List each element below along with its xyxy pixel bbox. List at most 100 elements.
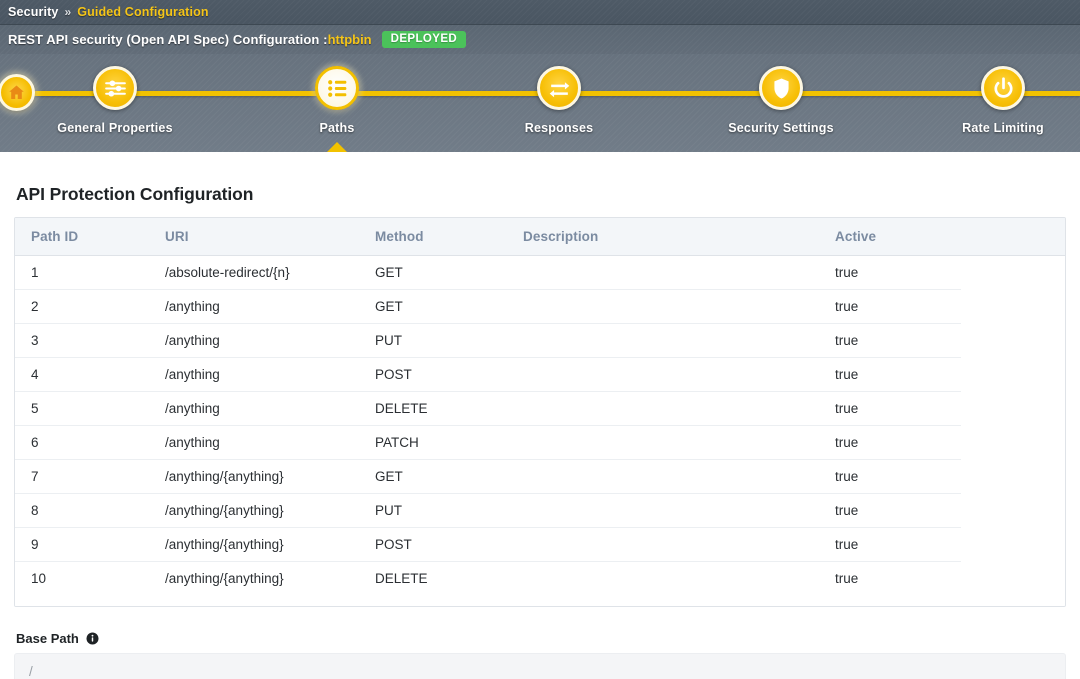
config-title: REST API security (Open API Spec) Config…: [8, 32, 328, 47]
step-responses[interactable]: Responses: [484, 66, 634, 135]
cell-spacer: [961, 561, 1065, 595]
column-header-uri[interactable]: URI: [165, 218, 375, 256]
cell-description: [523, 493, 835, 528]
breadcrumb: Security » Guided Configuration: [0, 0, 1080, 25]
cell-uri: /anything/{anything}: [165, 493, 375, 528]
cell-description: [523, 357, 835, 392]
cell-active: true: [835, 561, 961, 595]
step-circle: [315, 66, 359, 110]
config-name: httpbin: [327, 32, 372, 47]
step-label: Rate Limiting: [962, 121, 1044, 135]
cell-path-id: 1: [15, 255, 165, 290]
cell-active: true: [835, 357, 961, 392]
cell-method: POST: [375, 357, 523, 392]
cell-spacer: [961, 255, 1065, 290]
cell-uri: /absolute-redirect/{n}: [165, 255, 375, 290]
wizard-stepper: General Properties Paths Responses Secur…: [0, 54, 1080, 152]
exchange-arrows-icon: [547, 76, 572, 101]
api-protection-table: Path ID URI Method Description Active 1/…: [14, 217, 1066, 607]
cell-spacer: [961, 289, 1065, 324]
breadcrumb-current[interactable]: Guided Configuration: [77, 5, 208, 19]
column-header-active[interactable]: Active: [835, 218, 961, 256]
cell-spacer: [961, 425, 1065, 460]
step-circle: [537, 66, 581, 110]
cell-uri: /anything/{anything}: [165, 561, 375, 595]
cell-active: true: [835, 425, 961, 460]
cell-path-id: 6: [15, 425, 165, 460]
cell-uri: /anything/{anything}: [165, 527, 375, 562]
cell-description: [523, 527, 835, 562]
step-label: Security Settings: [728, 121, 834, 135]
home-icon: [7, 83, 26, 102]
table-row[interactable]: 3/anything PUT true: [15, 323, 1065, 358]
cell-active: true: [835, 527, 961, 562]
cell-method: GET: [375, 289, 523, 324]
step-label: Paths: [319, 121, 355, 135]
cell-uri: /anything: [165, 289, 375, 324]
cell-uri: /anything: [165, 425, 375, 460]
cell-description: [523, 459, 835, 494]
table-footer-spacer: [15, 595, 1065, 606]
cell-path-id: 8: [15, 493, 165, 528]
base-path-label: Base Path: [16, 631, 79, 646]
power-icon: [991, 76, 1016, 101]
step-label: Responses: [524, 121, 594, 135]
step-label: General Properties: [57, 121, 173, 135]
table-row[interactable]: 10/anything/{anything} DELETE true: [15, 561, 1065, 595]
status-badge: DEPLOYED: [381, 30, 467, 49]
column-header-path-id[interactable]: Path ID: [15, 218, 165, 256]
cell-spacer: [961, 527, 1065, 562]
cell-uri: /anything: [165, 323, 375, 358]
step-circle: [93, 66, 137, 110]
step-security-settings[interactable]: Security Settings: [706, 66, 856, 135]
cell-method: DELETE: [375, 561, 523, 595]
table-row[interactable]: 2/anything GET true: [15, 289, 1065, 324]
step-paths[interactable]: Paths: [262, 66, 412, 152]
cell-description: [523, 255, 835, 290]
cell-spacer: [961, 323, 1065, 358]
config-title-bar: REST API security (Open API Spec) Config…: [0, 25, 1080, 54]
table-row[interactable]: 4/anything POST true: [15, 357, 1065, 392]
base-path-field: Base Path: [14, 631, 1066, 679]
table-row[interactable]: 9/anything/{anything} POST true: [15, 527, 1065, 562]
table-row[interactable]: 5/anything DELETE true: [15, 391, 1065, 426]
cell-description: [523, 323, 835, 358]
cell-uri: /anything/{anything}: [165, 459, 375, 494]
cell-path-id: 3: [15, 323, 165, 358]
shield-icon: [769, 76, 794, 101]
home-button[interactable]: [0, 74, 35, 111]
table-header-row: Path ID URI Method Description Active: [15, 218, 1065, 256]
cell-path-id: 4: [15, 357, 165, 392]
cell-description: [523, 425, 835, 460]
cell-description: [523, 289, 835, 324]
page-title: API Protection Configuration: [16, 184, 254, 204]
table-row[interactable]: 6/anything PATCH true: [15, 425, 1065, 460]
cell-path-id: 9: [15, 527, 165, 562]
table-row[interactable]: 7/anything/{anything} GET true: [15, 459, 1065, 494]
cell-active: true: [835, 459, 961, 494]
table-row[interactable]: 8/anything/{anything} PUT true: [15, 493, 1065, 528]
column-header-method[interactable]: Method: [375, 218, 523, 256]
main-content: API Protection Configuration Path ID URI…: [0, 152, 1080, 679]
cell-active: true: [835, 323, 961, 358]
column-header-description[interactable]: Description: [523, 218, 835, 256]
step-circle: [759, 66, 803, 110]
cell-method: GET: [375, 459, 523, 494]
info-icon[interactable]: [86, 632, 99, 645]
table-body: 1/absolute-redirect/{n} GET true 2/anything…: [15, 255, 1065, 595]
cell-method: PATCH: [375, 425, 523, 460]
cell-active: true: [835, 289, 961, 324]
cell-spacer: [961, 357, 1065, 392]
cell-method: PUT: [375, 493, 523, 528]
base-path-label-row: Base Path: [14, 631, 1066, 646]
step-rate-limiting[interactable]: Rate Limiting: [928, 66, 1078, 135]
table-row[interactable]: 1/absolute-redirect/{n} GET true: [15, 255, 1065, 290]
breadcrumb-root[interactable]: Security: [8, 5, 59, 19]
cell-description: [523, 561, 835, 595]
cell-spacer: [961, 493, 1065, 528]
cell-active: true: [835, 493, 961, 528]
sliders-icon: [103, 76, 128, 101]
step-general-properties[interactable]: General Properties: [40, 66, 190, 135]
base-path-input[interactable]: [14, 653, 1066, 679]
column-header-spacer: [961, 218, 1065, 256]
